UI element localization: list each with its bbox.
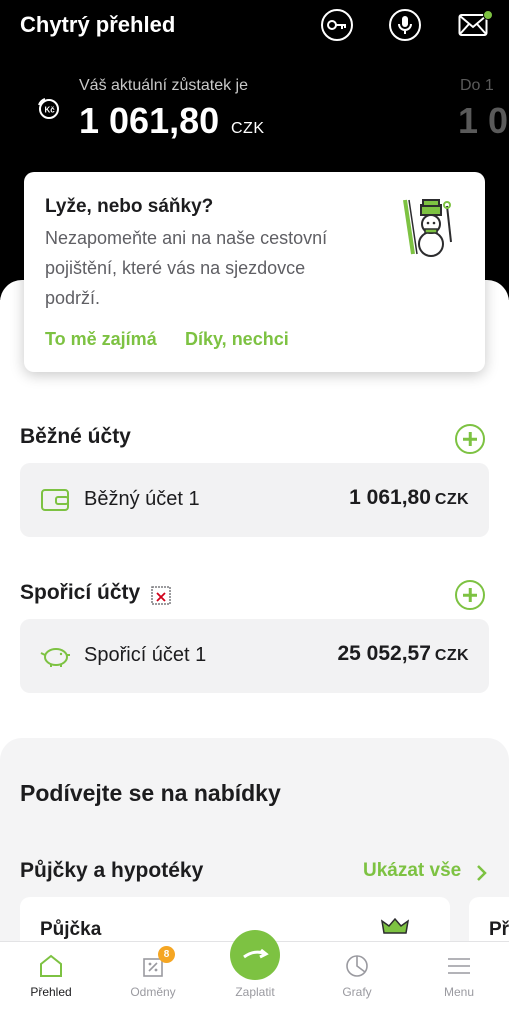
current-account-row[interactable]: Běžný účet 1 1 061,80 CZK [20, 463, 489, 537]
promo-text: Nezapomeňte ani na naše cestovní pojiště… [45, 228, 328, 308]
balance-currency: CZK [231, 120, 265, 137]
tab-label: Přehled [30, 985, 72, 999]
tab-label: Menu [443, 985, 475, 999]
tab-label: Zaplatit [235, 985, 275, 999]
savings-accounts-title: Spořicí účty [20, 581, 141, 604]
pie-chart-icon [346, 955, 368, 977]
home-icon [40, 954, 62, 977]
tab-label: Odměny [130, 985, 176, 999]
calendar-cancel-icon [151, 586, 171, 605]
piggy-bank-icon [40, 648, 70, 667]
hamburger-icon [448, 958, 470, 974]
account-name: Spořicí účet 1 [84, 644, 207, 666]
notification-dot [483, 10, 493, 20]
tab-prehled[interactable]: Přehled [0, 942, 102, 1024]
tab-odmeny[interactable]: 8 Odměny [102, 942, 204, 1024]
loan-card-title: Př [489, 919, 509, 940]
key-icon[interactable] [321, 9, 353, 41]
tab-label: Grafy [342, 985, 372, 999]
account-amount: 1 061,80 CZK [349, 486, 469, 509]
wallet-icon [41, 489, 69, 511]
offers-title: Podívejte se na nabídky [20, 780, 281, 806]
pay-arrow-icon [243, 948, 269, 959]
loan-card-title: Půjčka [40, 919, 102, 940]
balance-coin-icon: Kč [38, 98, 59, 119]
svg-text:Kč: Kč [45, 106, 56, 115]
account-amount: 25 052,57 CZK [337, 642, 469, 665]
current-accounts-title: Běžné účty [20, 425, 131, 448]
promo-card: Lyže, nebo sáňky? Nezapomeňte ani na naš… [24, 172, 485, 372]
add-savings-account-button[interactable] [455, 580, 485, 610]
bottom-tab-bar: Přehled 8 Odměny Zaplatit Grafy Menu [0, 930, 509, 1024]
promo-decline-button[interactable]: Díky, nechci [185, 329, 289, 350]
next-card-value-peek[interactable]: 1 0 [458, 100, 508, 142]
promo-title: Lyže, nebo sáňky? [45, 196, 214, 217]
account-name: Běžný účet 1 [84, 488, 200, 510]
chevron-right-icon[interactable] [474, 863, 488, 883]
balance-value: 1 061,80 [79, 100, 220, 141]
pay-button[interactable] [230, 930, 280, 980]
page-title: Chytrý přehled [20, 12, 176, 37]
show-all-link[interactable]: Ukázat vše [363, 860, 461, 882]
balance-label: Váš aktuální zůstatek je [79, 77, 248, 94]
promo-accept-button[interactable]: To mě zajímá [45, 329, 157, 350]
add-current-account-button[interactable] [455, 424, 485, 454]
snowman-icon [403, 199, 452, 257]
loans-title: Půjčky a hypotéky [20, 859, 204, 882]
tab-menu[interactable]: Menu [408, 942, 509, 1024]
microphone-icon[interactable] [389, 9, 421, 41]
tab-zaplatit[interactable]: Zaplatit [204, 930, 306, 1024]
loan-icon [380, 917, 410, 934]
next-card-label-peek[interactable]: Do 1 [460, 77, 494, 95]
tab-grafy[interactable]: Grafy [306, 942, 408, 1024]
rewards-count-badge: 8 [158, 946, 175, 963]
savings-account-row[interactable]: Spořicí účet 1 25 052,57 CZK [20, 619, 489, 693]
